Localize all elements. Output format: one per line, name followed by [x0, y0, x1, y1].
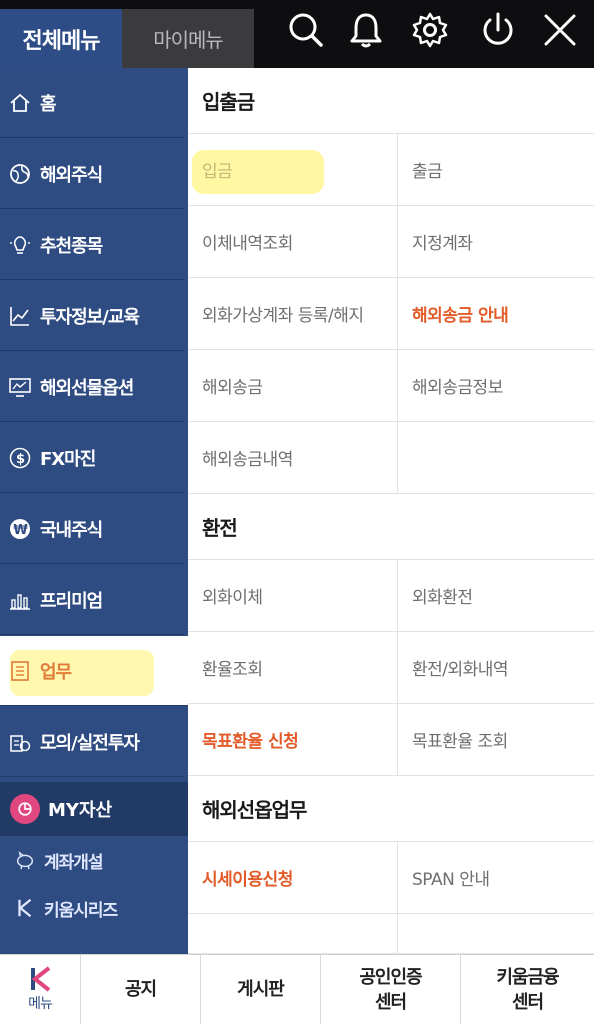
menu-item-rate-lookup[interactable]: 환율조회 — [188, 632, 398, 704]
sidebar-item-label: 추천종목 — [40, 235, 103, 257]
menu-item-designated-account[interactable]: 지정계좌 — [398, 206, 594, 278]
close-icon[interactable] — [540, 10, 580, 50]
menu-item-remittance-history[interactable]: 해외송금내역 — [188, 422, 398, 494]
menu-item-empty — [188, 914, 398, 954]
menu-item-span-guide[interactable]: SPAN 안내 — [398, 842, 594, 914]
top-bar: 전체메뉴 마이메뉴 — [0, 0, 594, 68]
sidebar-item-label: 모의/실전투자 — [40, 732, 140, 754]
piggy-bank-icon — [14, 849, 36, 871]
power-icon[interactable] — [478, 10, 518, 50]
menu-item-remittance-guide[interactable]: 해외송금 안내 — [398, 278, 594, 350]
menu-item-fx-exchange[interactable]: 외화환전 — [398, 560, 594, 632]
gear-icon[interactable] — [410, 10, 450, 50]
bar-chart-icon — [8, 588, 32, 612]
svg-text:₩: ₩ — [13, 523, 28, 538]
globe-icon — [8, 162, 32, 186]
menu-item-empty — [398, 422, 594, 494]
sidebar-item-premium[interactable]: 프리미엄 — [0, 565, 184, 635]
sidebar-item-fx-margin[interactable]: $ FX마진 — [0, 423, 184, 493]
sidebar-item-open-account[interactable]: 계좌개설 — [0, 838, 188, 882]
kiwoom-logo-icon — [27, 965, 53, 993]
my-asset-button[interactable]: MY자산 — [0, 782, 188, 836]
svg-text:$: $ — [16, 452, 25, 467]
menu-item-withdraw[interactable]: 출금 — [398, 134, 594, 206]
bottom-kiwoom-finance-button[interactable]: 키움금융 센터 — [460, 955, 594, 1024]
sidebar-item-investment-info[interactable]: 투자정보/교육 — [0, 281, 184, 351]
sidebar-item-recommended[interactable]: 추천종목 — [0, 210, 184, 280]
sidebar-item-label: FX마진 — [40, 448, 96, 470]
bulb-icon — [8, 233, 32, 257]
sidebar-item-domestic-stocks[interactable]: ₩ 국내주식 — [0, 494, 184, 564]
menu-item-remittance[interactable]: 해외송금 — [188, 350, 398, 422]
kiwoom-k-icon — [14, 897, 36, 919]
sidebar-item-label: 투자정보/교육 — [40, 306, 140, 328]
chart-line-icon — [8, 304, 32, 328]
menu-content: 입출금 입금 출금 이체내역조회 지정계좌 외화가상계좌 등록/해지 해외송금 … — [188, 68, 594, 954]
my-asset-label: MY자산 — [48, 800, 113, 821]
monitor-chart-icon — [8, 375, 32, 399]
sidebar-sub-label: 계좌개설 — [44, 852, 104, 873]
section-title: 환전 — [188, 494, 594, 560]
menu-item-fx-transfer[interactable]: 외화이체 — [188, 560, 398, 632]
sidebar-item-business[interactable]: 업무 — [0, 636, 188, 706]
sidebar: 홈 해외주식 추천종목 투자정보/교육 해외선물옵션 $ FX마진 ₩ 국내주식… — [0, 68, 188, 954]
bottom-bar: 메뉴 공지 게시판 공인인증 센터 키움금융 센터 — [0, 954, 594, 1024]
coin-stack-icon — [8, 730, 32, 754]
bottom-cert-center-button[interactable]: 공인인증 센터 — [320, 955, 460, 1024]
sidebar-sub-label: 키움시리즈 — [44, 900, 118, 921]
menu-item-target-rate-lookup[interactable]: 목표환율 조회 — [398, 704, 594, 776]
home-icon — [8, 91, 32, 115]
bottom-board-button[interactable]: 게시판 — [200, 955, 320, 1024]
section-title: 입출금 — [188, 68, 594, 134]
sidebar-item-home[interactable]: 홈 — [0, 68, 184, 138]
won-icon: ₩ — [8, 517, 32, 541]
sidebar-item-mock-trading[interactable]: 모의/실전투자 — [0, 707, 184, 777]
sidebar-item-label: 업무 — [40, 661, 72, 683]
sidebar-item-label: 홈 — [40, 93, 57, 115]
sidebar-item-label: 프리미엄 — [40, 590, 103, 612]
menu-item-remittance-info[interactable]: 해외송금정보 — [398, 350, 594, 422]
bottom-notice-button[interactable]: 공지 — [80, 955, 200, 1024]
sidebar-item-label: 해외주식 — [40, 164, 103, 186]
menu-item-transfer-history[interactable]: 이체내역조회 — [188, 206, 398, 278]
sidebar-item-futures-options[interactable]: 해외선물옵션 — [0, 352, 184, 422]
section-title: 해외선옵업무 — [188, 776, 594, 842]
sidebar-item-overseas-stocks[interactable]: 해외주식 — [0, 139, 184, 209]
sidebar-item-label: 해외선물옵션 — [40, 377, 134, 399]
menu-item-target-rate-apply[interactable]: 목표환율 신청 — [188, 704, 398, 776]
menu-item-deposit[interactable]: 입금 — [188, 134, 398, 206]
sidebar-item-label: 국내주식 — [40, 519, 103, 541]
menu-item-exchange-history[interactable]: 환전/외화내역 — [398, 632, 594, 704]
bottom-menu-button[interactable]: 메뉴 — [0, 955, 80, 1024]
pie-chart-icon — [10, 794, 40, 824]
tab-all-menu[interactable]: 전체메뉴 — [0, 9, 122, 68]
bell-icon[interactable] — [346, 10, 386, 50]
menu-item-virtual-account[interactable]: 외화가상계좌 등록/해지 — [188, 278, 398, 350]
tab-my-menu[interactable]: 마이메뉴 — [122, 9, 254, 68]
menu-item-empty — [398, 914, 594, 954]
document-icon — [8, 659, 32, 683]
menu-item-quote-usage[interactable]: 시세이용신청 — [188, 842, 398, 914]
sidebar-item-kiwoom-series[interactable]: 키움시리즈 — [0, 886, 188, 930]
search-icon[interactable] — [286, 10, 326, 50]
dollar-icon: $ — [8, 446, 32, 470]
bottom-menu-label: 메뉴 — [28, 996, 53, 1013]
